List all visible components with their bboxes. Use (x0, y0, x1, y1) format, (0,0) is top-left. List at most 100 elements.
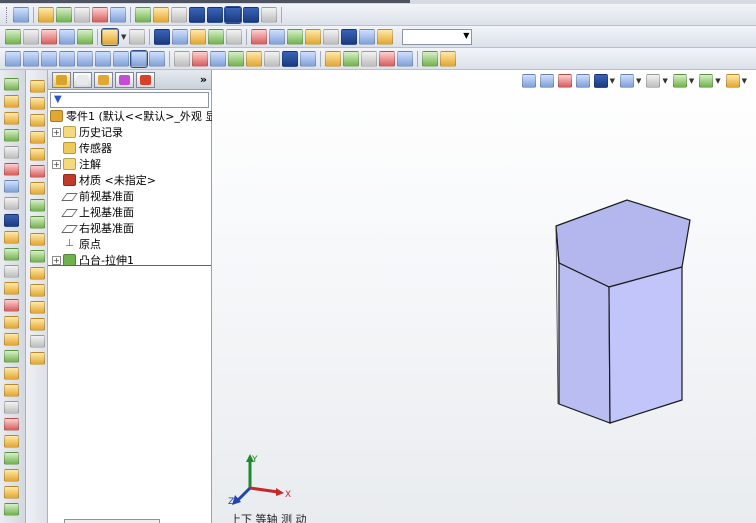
filter-icon[interactable]: ▼ (54, 94, 65, 105)
instant3d-icon[interactable] (440, 50, 456, 67)
tree-expander-icon[interactable]: + (52, 159, 61, 169)
dimxpert-manager-tab[interactable] (115, 71, 134, 88)
isometric-icon[interactable] (153, 6, 169, 23)
command-icon-3[interactable] (4, 112, 19, 125)
sweep-icon[interactable] (210, 50, 226, 67)
command-icon-25[interactable] (4, 486, 19, 499)
command-icon-6[interactable] (4, 163, 19, 176)
display-state-icon[interactable] (287, 28, 304, 45)
feature-tree-item[interactable]: 零件1 (默认<<默认>_外观 显 (48, 108, 216, 124)
feature-tree-item[interactable]: 材质 <未指定> (48, 172, 211, 188)
normal-to-icon[interactable] (130, 49, 148, 68)
extrude-icon[interactable] (174, 50, 190, 67)
display-style-icon[interactable] (620, 74, 635, 88)
section-view-icon[interactable] (243, 6, 259, 23)
edit-appearance-dropdown-arrow[interactable]: ▼ (689, 77, 694, 85)
command-icon-10[interactable] (4, 231, 19, 244)
view-orientation-dropdown-arrow[interactable]: ▼ (610, 77, 615, 85)
tree-expander-icon[interactable]: + (52, 127, 61, 137)
command-icon-secondary-14[interactable] (30, 301, 45, 314)
single-view-icon[interactable] (149, 50, 165, 67)
command-icon-7[interactable] (4, 180, 19, 193)
edges-icon[interactable] (172, 28, 189, 45)
view-3d-icon[interactable] (135, 6, 151, 23)
shell-icon[interactable] (282, 50, 298, 67)
select-dropdown-arrow[interactable]: ▼ (121, 33, 126, 41)
revolve-icon[interactable] (192, 50, 208, 67)
wireframe-icon[interactable] (208, 28, 225, 45)
command-icon-2[interactable] (4, 95, 19, 108)
feature-tree-item[interactable]: 前视基准面 (48, 188, 211, 204)
dimetric-icon[interactable] (189, 6, 205, 23)
display-manager-tab[interactable] (136, 71, 155, 88)
command-icon-8[interactable] (4, 197, 19, 210)
property-manager-tab[interactable] (73, 71, 92, 88)
prism-left-face[interactable] (558, 262, 611, 424)
apply-scene-icon[interactable] (699, 74, 714, 88)
hole-wizard-icon[interactable] (343, 50, 359, 67)
bottom-view-icon[interactable] (95, 50, 111, 67)
view-settings-dropdown-arrow[interactable]: ▼ (742, 77, 747, 85)
front-view-icon[interactable] (5, 50, 21, 67)
feature-tree-item[interactable]: 传感器 (48, 140, 211, 156)
panel-expand-button[interactable]: » (200, 73, 207, 86)
command-icon-1[interactable] (4, 78, 19, 91)
command-icon-5[interactable] (4, 146, 19, 159)
command-icon-11[interactable] (4, 248, 19, 261)
command-icon-secondary-16[interactable] (30, 335, 45, 348)
trimetric-icon[interactable] (171, 6, 187, 23)
command-icon-12[interactable] (4, 265, 19, 278)
reference-geometry-icon[interactable] (397, 50, 413, 67)
top-view-icon[interactable] (77, 50, 93, 67)
rollback-bar[interactable] (48, 265, 211, 266)
command-icon-secondary-10[interactable] (30, 233, 45, 246)
zoom-to-fit-icon[interactable] (521, 74, 536, 88)
zoom-to-area-icon[interactable] (539, 74, 554, 88)
rotate-icon[interactable] (74, 6, 90, 23)
view-settings-icon[interactable] (725, 74, 740, 88)
shaded-with-edges-icon[interactable] (207, 6, 223, 23)
feature-manager-tab[interactable] (52, 71, 71, 88)
feature-tree-item[interactable]: ⊥ 原点 (48, 236, 211, 252)
sketch-icon[interactable] (154, 28, 171, 45)
hexagonal-prism-model[interactable] (532, 190, 692, 430)
command-icon-4[interactable] (4, 129, 19, 142)
command-icon-20[interactable] (4, 401, 19, 414)
feature-tree-item[interactable]: 右视基准面 (48, 220, 211, 236)
open-icon[interactable] (23, 28, 39, 45)
chevron-down-icon[interactable]: ▼ (463, 31, 469, 40)
new-icon[interactable] (5, 28, 21, 45)
command-icon-secondary-15[interactable] (30, 318, 45, 331)
command-icon-secondary-3[interactable] (30, 114, 45, 127)
display-style-dropdown-arrow[interactable]: ▼ (636, 77, 641, 85)
fillet-icon[interactable] (246, 50, 262, 67)
command-icon-22[interactable] (4, 435, 19, 448)
perspective-icon[interactable] (377, 28, 394, 45)
feature-tree-item[interactable]: 上视基准面 (48, 204, 211, 220)
loft-icon[interactable] (228, 50, 244, 67)
edit-appearance-icon[interactable] (672, 74, 687, 88)
rebuild-icon[interactable] (77, 28, 93, 45)
chamfer-icon[interactable] (264, 50, 280, 67)
command-icon-secondary-13[interactable] (30, 284, 45, 297)
configuration-manager-tab[interactable] (94, 71, 113, 88)
mirror-icon[interactable] (379, 50, 395, 67)
scene-icon[interactable] (269, 28, 286, 45)
command-icon-26[interactable] (4, 503, 19, 516)
save-icon[interactable] (41, 28, 57, 45)
command-icon-secondary-12[interactable] (30, 267, 45, 280)
command-icon-secondary-6[interactable] (30, 165, 45, 178)
hidden-lines-icon[interactable] (190, 28, 207, 45)
command-icon-secondary-5[interactable] (30, 148, 45, 161)
curvature-icon[interactable] (341, 28, 358, 45)
apply-scene-dropdown-arrow[interactable]: ▼ (715, 77, 720, 85)
feature-tree-item[interactable]: + 历史记录 (48, 124, 211, 140)
command-icon-24[interactable] (4, 469, 19, 482)
view-orientation-icon[interactable] (593, 74, 608, 88)
rib-icon[interactable] (300, 50, 316, 67)
toolbar-grip[interactable] (6, 6, 9, 23)
command-icon-secondary-4[interactable] (30, 131, 45, 144)
command-icon-15[interactable] (4, 316, 19, 329)
section-view-icon[interactable] (575, 74, 590, 88)
previous-view-icon[interactable] (557, 74, 572, 88)
